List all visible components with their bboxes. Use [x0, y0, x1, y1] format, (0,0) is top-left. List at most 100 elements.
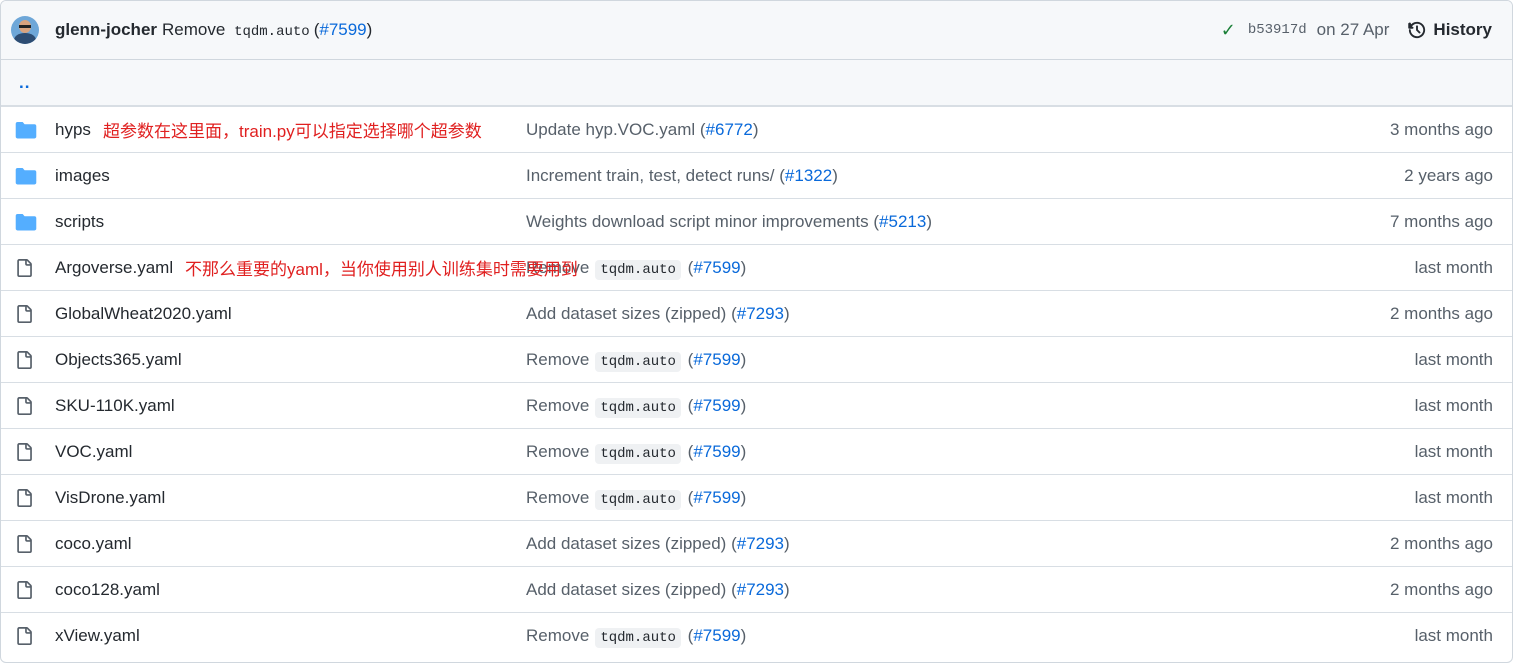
- file-row[interactable]: coco.yaml Add dataset sizes (zipped) (#72…: [1, 520, 1512, 566]
- file-name[interactable]: hyps: [55, 120, 91, 140]
- file-row[interactable]: Objects365.yaml Remove tqdm.auto (#7599) la…: [1, 336, 1512, 382]
- commit-message[interactable]: Remove tqdm.auto (#7599): [526, 625, 747, 648]
- commit-age: 2 months ago: [1389, 303, 1493, 323]
- file-icon: [15, 258, 37, 278]
- commit-code: tqdm.auto: [595, 627, 681, 648]
- parent-directory-link[interactable]: ..: [19, 73, 30, 93]
- pr-open-paren: (: [682, 625, 694, 645]
- file-row[interactable]: scripts Weights download script minor imp…: [1, 198, 1512, 244]
- pr-open-paren: (: [695, 119, 706, 139]
- pr-open-paren: (: [682, 257, 694, 277]
- pr-close-paren: ): [740, 441, 747, 461]
- annotation-note: 超参数在这里面，train.py可以指定选择哪个超参数: [103, 122, 482, 141]
- pr-link[interactable]: #7599: [693, 258, 740, 277]
- file-icon: [15, 304, 37, 324]
- pr-open-paren: (: [726, 579, 737, 599]
- file-name[interactable]: VOC.yaml: [55, 442, 132, 462]
- pr-close-paren: ): [832, 165, 838, 185]
- commit-text: Remove: [526, 349, 590, 369]
- file-row[interactable]: images Increment train, test, detect runs…: [1, 152, 1512, 198]
- commit-sha[interactable]: b53917d: [1248, 22, 1307, 38]
- file-icon: [15, 442, 37, 462]
- pr-link[interactable]: #5213: [879, 212, 926, 231]
- commit-message[interactable]: Add dataset sizes (zipped) (#7293): [526, 304, 790, 324]
- pr-close-paren: ): [740, 395, 747, 415]
- pr-link[interactable]: #7599: [693, 626, 740, 645]
- pr-link[interactable]: #7599: [693, 488, 740, 507]
- commit-message-text: Remove: [162, 20, 226, 39]
- file-name[interactable]: VisDrone.yaml: [55, 488, 165, 508]
- file-name[interactable]: SKU-110K.yaml: [55, 396, 175, 416]
- pr-open-paren: (: [774, 165, 785, 185]
- file-name[interactable]: GlobalWheat2020.yaml: [55, 304, 232, 324]
- history-icon: [1408, 21, 1426, 39]
- commit-text: Add dataset sizes (zipped): [526, 579, 727, 599]
- file-row[interactable]: GlobalWheat2020.yaml Add dataset sizes (z…: [1, 290, 1512, 336]
- commit-message[interactable]: Remove tqdm.auto (#7599): [526, 395, 747, 418]
- commit-message[interactable]: Remove tqdm.auto (#7599): [526, 488, 746, 510]
- commit-age: last month: [1414, 349, 1493, 369]
- commit-message[interactable]: Remove tqdm.auto (#7599): [526, 349, 746, 372]
- file-name[interactable]: coco128.yaml: [55, 580, 160, 600]
- file-name[interactable]: xView.yaml: [55, 626, 140, 646]
- history-label: History: [1433, 20, 1492, 39]
- file-row[interactable]: hyps Update hyp.VOC.yaml (#6772) 3 months …: [1, 106, 1512, 152]
- check-icon[interactable]: ✓: [1221, 20, 1236, 41]
- latest-commit-bar: glenn-jocher Remove tqdm.auto (#7599) ✓ b…: [1, 1, 1512, 60]
- commit-text: Weights download script minor improvemen…: [526, 211, 869, 231]
- commit-age: 2 months ago: [1389, 533, 1493, 553]
- pr-link[interactable]: #7599: [693, 442, 740, 461]
- folder-icon: [15, 121, 37, 139]
- file-row[interactable]: VisDrone.yaml Remove tqdm.auto (#7599) last…: [1, 474, 1512, 520]
- pr-link[interactable]: #1322: [785, 166, 832, 185]
- parent-directory-row[interactable]: ..: [1, 60, 1512, 106]
- history-button[interactable]: History: [1407, 20, 1492, 40]
- commit-code: tqdm.auto: [595, 397, 681, 418]
- commit-message[interactable]: Add dataset sizes (zipped) (#7293): [526, 534, 790, 554]
- file-name[interactable]: coco.yaml: [55, 534, 132, 554]
- annotation-note: 不那么重要的yaml，当你使用别人训练集时需要用到: [185, 260, 578, 279]
- file-name[interactable]: Objects365.yaml: [55, 350, 182, 370]
- file-name[interactable]: Argoverse.yaml: [55, 258, 173, 278]
- commit-pr-link[interactable]: #7599: [319, 20, 366, 39]
- file-row[interactable]: Argoverse.yaml Remove tqdm.auto (#7599) las…: [1, 244, 1512, 290]
- commit-message[interactable]: Increment train, test, detect runs/ (#13…: [526, 166, 838, 186]
- folder-icon: [15, 213, 37, 231]
- pr-open-paren: (: [868, 211, 880, 231]
- commit-date: on 27 Apr: [1316, 20, 1390, 39]
- commit-age: 2 months ago: [1389, 579, 1493, 599]
- commit-author[interactable]: glenn-jocher: [55, 20, 157, 40]
- file-row[interactable]: xView.yaml Remove tqdm.auto (#7599) last mo…: [1, 612, 1512, 658]
- file-row[interactable]: SKU-110K.yaml Remove tqdm.auto (#7599) last…: [1, 382, 1512, 428]
- pr-close-paren: ): [366, 20, 373, 39]
- commit-age: last month: [1414, 625, 1493, 645]
- commit-message[interactable]: Add dataset sizes (zipped) (#7293): [526, 580, 790, 600]
- pr-close-paren: ): [740, 625, 747, 645]
- file-icon: [15, 488, 37, 508]
- commit-message[interactable]: Weights download script minor improvemen…: [526, 212, 932, 232]
- commit-age: last month: [1414, 395, 1493, 415]
- pr-link[interactable]: #6772: [706, 120, 753, 139]
- avatar[interactable]: [11, 16, 39, 44]
- pr-link[interactable]: #7599: [693, 350, 740, 369]
- pr-link[interactable]: #7293: [737, 580, 784, 599]
- file-browser: glenn-jocher Remove tqdm.auto (#7599) ✓ b…: [0, 0, 1513, 663]
- commit-code: tqdm.auto: [595, 489, 681, 510]
- commit-code: tqdm.auto: [595, 443, 681, 464]
- file-icon: [15, 626, 37, 646]
- file-icon: [15, 396, 37, 416]
- commit-code: tqdm.auto: [595, 351, 681, 372]
- file-row[interactable]: VOC.yaml Remove tqdm.auto (#7599) last mont…: [1, 428, 1512, 474]
- pr-open-paren: (: [682, 349, 694, 369]
- commit-message[interactable]: Update hyp.VOC.yaml (#6772): [526, 120, 758, 140]
- commit-message[interactable]: Remove tqdm.auto (#7599): [526, 441, 747, 464]
- pr-link[interactable]: #7599: [693, 396, 740, 415]
- file-row[interactable]: coco128.yaml Add dataset sizes (zipped) (…: [1, 566, 1512, 612]
- pr-link[interactable]: #7293: [737, 534, 784, 553]
- commit-text: Remove: [526, 625, 590, 645]
- file-name[interactable]: images: [55, 166, 110, 186]
- file-name[interactable]: scripts: [55, 212, 104, 232]
- pr-link[interactable]: #7293: [737, 304, 784, 323]
- pr-open-paren: (: [726, 533, 737, 553]
- commit-message[interactable]: Remove tqdm.auto (#7599): [162, 20, 372, 40]
